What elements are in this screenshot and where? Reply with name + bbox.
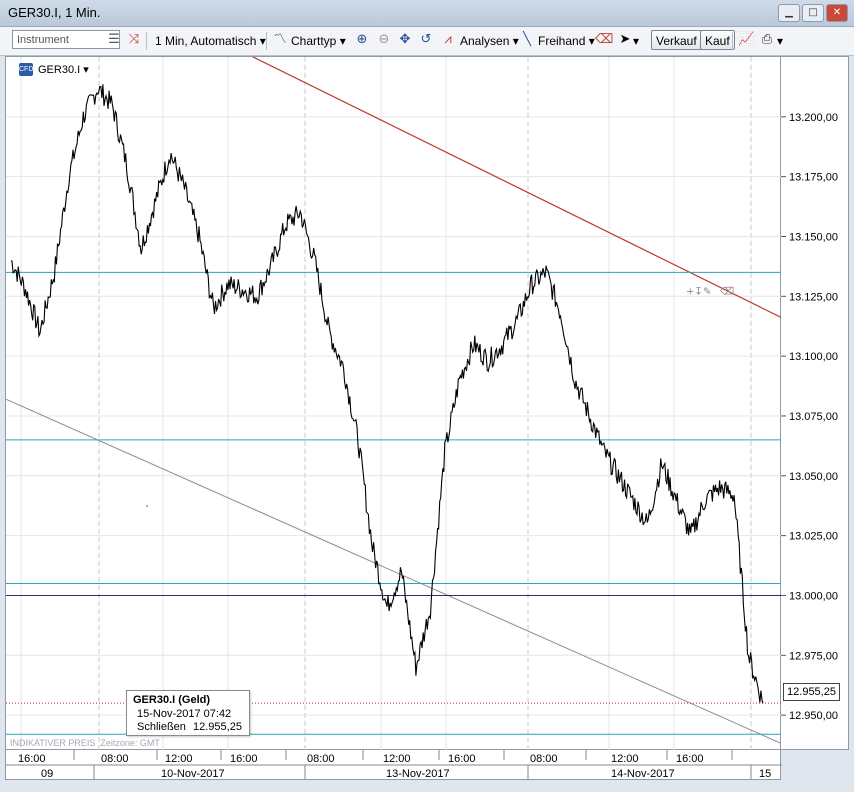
current-price-tag: 12.955,25 xyxy=(783,683,840,701)
price-axis-ticks: 13.200,00 13.175,00 13.150,00 13.125,00 13.1… xyxy=(781,112,838,722)
y-tick-label: 13.200,00 xyxy=(789,112,838,124)
print-icon[interactable]: ⎙ xyxy=(759,32,775,48)
toolbar-separator xyxy=(146,32,147,50)
cursor-icon[interactable]: ➤ xyxy=(617,32,633,48)
timeframe-dropdown[interactable]: 1 Min, Automatisch ▾ xyxy=(155,27,266,55)
cfd-badge: CFD xyxy=(19,63,33,76)
cursor-dropdown-arrow[interactable]: ▾ xyxy=(633,27,639,55)
analysen-icon[interactable]: ⩘ xyxy=(440,32,456,48)
chart-settings-icon[interactable]: 📈 xyxy=(738,32,754,48)
price-axis[interactable]: 13.200,00 13.175,00 13.150,00 13.125,00 13.1… xyxy=(781,56,849,750)
minimize-icon[interactable]: ▁ xyxy=(778,4,800,22)
toolbar-separator xyxy=(266,32,267,50)
y-tick-label: 13.100,00 xyxy=(789,351,838,363)
price-type-note: INDIKATIVER PREIS Zeitzone: GMT xyxy=(10,738,160,748)
analysen-label: Analysen xyxy=(460,34,510,48)
compare-chart-icon[interactable]: ⤨ xyxy=(126,32,142,48)
freehand-line-icon[interactable]: ╲ xyxy=(519,32,535,48)
crosshair-info-box: GER30.I (Geld) 15-Nov-2017 07:42 Schließ… xyxy=(126,690,250,736)
date-tick-label: 09 xyxy=(41,768,53,780)
y-tick-label: 13.125,00 xyxy=(789,291,838,303)
undo-icon[interactable]: ↺ xyxy=(418,32,434,48)
x-tick-label: 12:00 xyxy=(611,753,639,765)
sell-button[interactable]: Verkauf xyxy=(651,30,702,50)
analysen-dropdown[interactable]: Analysen ▾ xyxy=(460,27,519,55)
trendline-tool-icon: ⌫ xyxy=(720,286,734,297)
symbol-label[interactable]: GER30.I ▾ xyxy=(38,63,89,76)
x-tick-label: 16:00 xyxy=(448,753,476,765)
red-trendline xyxy=(223,42,783,319)
toolbar-separator xyxy=(732,32,733,50)
instrument-input[interactable]: Instrument xyxy=(12,30,120,49)
window-border xyxy=(849,56,854,792)
gray-trendline xyxy=(5,398,783,745)
window-titlebar: GER30.I, 1 Min. ▁ □ ✕ xyxy=(0,0,854,27)
timezone-label: Zeitzone: GMT xyxy=(100,738,160,748)
y-tick-label: 13.150,00 xyxy=(789,231,838,243)
freihand-label: Freihand xyxy=(538,34,586,48)
x-tick-label: 16:00 xyxy=(676,753,704,765)
eraser-icon[interactable]: ⌫ xyxy=(595,32,613,48)
freihand-dropdown[interactable]: Freihand ▾ xyxy=(538,27,595,55)
y-tick-label: 13.175,00 xyxy=(789,172,838,184)
x-tick-label: 08:00 xyxy=(307,753,335,765)
zoom-in-icon[interactable]: ⊕ xyxy=(354,32,370,48)
x-tick-label: 08:00 xyxy=(101,753,129,765)
date-tick-label: 14-Nov-2017 xyxy=(611,768,675,780)
close-icon[interactable]: ✕ xyxy=(826,4,848,22)
date-tick-label: 15 xyxy=(759,768,771,780)
x-tick-label: 16:00 xyxy=(230,753,258,765)
zoom-out-icon[interactable]: ⊖ xyxy=(376,32,392,48)
window-controls: ▁ □ ✕ xyxy=(778,4,848,22)
info-close-label: Schließen xyxy=(137,721,186,733)
charttype-label: Charttyp xyxy=(291,34,337,48)
symbol-text: GER30.I xyxy=(38,64,81,76)
x-tick-label: 08:00 xyxy=(530,753,558,765)
y-tick-label: 12.950,00 xyxy=(789,710,838,722)
chart-point-marker xyxy=(146,505,148,507)
timeframe-label: 1 Min, Automatisch xyxy=(155,34,257,48)
info-datetime: 15-Nov-2017 07:42 xyxy=(137,708,232,720)
maximize-icon[interactable]: □ xyxy=(802,4,824,22)
y-tick-label: 13.025,00 xyxy=(789,531,838,543)
buy-button[interactable]: Kauf xyxy=(700,30,735,50)
chart-toolbar: Instrument ☰ ⤨ 1 Min, Automatisch ▾ 〽 Ch… xyxy=(0,27,854,56)
time-axis-ticks: 16:00 08:00 12:00 16:00 08:00 12:00 16:00 08:00… xyxy=(6,750,782,780)
chart-plot-area[interactable]: +↧ ✎ ⌫ xyxy=(5,42,783,751)
x-tick-label: 12:00 xyxy=(165,753,193,765)
trendline-tool-icon: +↧ xyxy=(686,286,703,297)
x-tick-label: 16:00 xyxy=(18,753,46,765)
trendline-tool-icon: ✎ xyxy=(703,286,711,297)
charttype-dropdown[interactable]: Charttyp ▾ xyxy=(291,27,346,55)
price-type-label: INDIKATIVER PREIS xyxy=(10,738,96,748)
time-axis[interactable]: 16:00 08:00 12:00 16:00 08:00 12:00 16:00 08:00… xyxy=(5,750,782,780)
fit-chart-icon[interactable]: ✥ xyxy=(397,32,413,48)
price-chart[interactable]: +↧ ✎ ⌫ xyxy=(5,42,783,751)
chart-type-icon[interactable]: 〽 xyxy=(272,32,288,48)
window-title: GER30.I, 1 Min. xyxy=(8,5,101,20)
date-tick-label: 10-Nov-2017 xyxy=(161,768,225,780)
print-dropdown-arrow[interactable]: ▾ xyxy=(777,27,783,55)
y-tick-label: 13.000,00 xyxy=(789,590,838,602)
info-close-value: 12.955,25 xyxy=(193,721,242,733)
list-icon[interactable]: ☰ xyxy=(106,32,122,48)
y-tick-label: 13.075,00 xyxy=(789,411,838,423)
y-tick-label: 13.050,00 xyxy=(789,471,838,483)
y-tick-label: 12.975,00 xyxy=(789,650,838,662)
date-tick-label: 13-Nov-2017 xyxy=(386,768,450,780)
x-tick-label: 12:00 xyxy=(383,753,411,765)
info-title: GER30.I (Geld) xyxy=(133,694,211,706)
